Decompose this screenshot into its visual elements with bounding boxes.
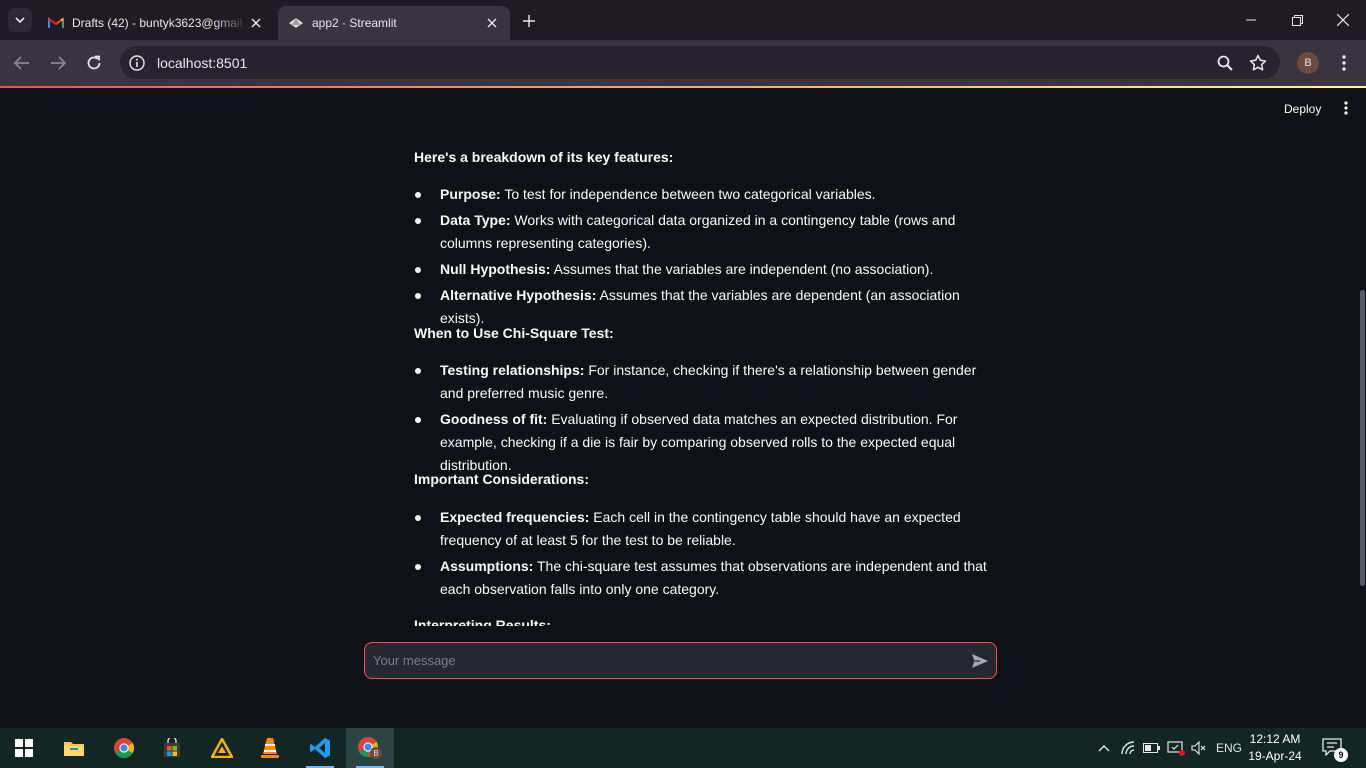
tab-title: app2 · Streamlit xyxy=(312,16,397,30)
item-term: Testing relationships: xyxy=(440,362,585,378)
chrome-icon[interactable] xyxy=(100,728,148,768)
wifi-icon[interactable] xyxy=(1120,738,1138,758)
reload-icon xyxy=(87,55,101,70)
item-term: Alternative Hypothesis: xyxy=(440,287,597,303)
tab-streamlit-app[interactable]: app2 · Streamlit xyxy=(278,6,510,40)
section-heading: When to Use Chi-Square Test: xyxy=(414,325,614,341)
windows-taskbar: B ENG 12:12 AM 19-Apr-24 9 xyxy=(0,728,1366,768)
speaker-muted-icon[interactable] xyxy=(1190,738,1208,758)
item-term: Purpose: xyxy=(440,186,501,202)
list-item: Null Hypothesis: Assumes that the variab… xyxy=(414,258,994,281)
item-term: Expected frequencies: xyxy=(440,509,590,525)
show-hidden-icons-chevron-up-icon[interactable] xyxy=(1096,738,1112,758)
restore-icon xyxy=(1291,14,1303,26)
minimize-icon xyxy=(1246,19,1256,21)
item-term: Goodness of fit: xyxy=(440,411,548,427)
chat-message-input[interactable] xyxy=(373,643,953,678)
new-tab-button[interactable] xyxy=(518,10,540,32)
drive-icon[interactable] xyxy=(198,728,246,768)
system-clock[interactable]: 12:12 AM 19-Apr-24 xyxy=(1244,731,1306,765)
file-explorer-icon[interactable] xyxy=(50,728,98,768)
more-vertical-icon xyxy=(1344,101,1348,115)
list-item: Expected frequencies: Each cell in the c… xyxy=(414,506,994,552)
section-heading: Interpreting Results: xyxy=(414,617,551,626)
list-item: Goodness of fit: Evaluating if observed … xyxy=(414,408,994,477)
chrome-profile-icon[interactable]: B xyxy=(346,728,394,768)
input-language[interactable]: ENG xyxy=(1214,738,1244,758)
browser-toolbar: localhost:8501 B xyxy=(0,40,1366,86)
deploy-button[interactable]: Deploy xyxy=(1276,99,1329,119)
browser-tab-bar: Drafts (42) - buntyk3623@gmail.com app2 … xyxy=(0,0,1366,40)
chat-message-content: Here's a breakdown of its key features: … xyxy=(414,86,1014,626)
meet-now-icon[interactable] xyxy=(1166,738,1186,758)
windows-start-icon[interactable] xyxy=(0,728,48,768)
url-text[interactable]: localhost:8501 xyxy=(157,55,247,71)
close-tab-icon[interactable] xyxy=(248,15,264,31)
item-term: Null Hypothesis: xyxy=(440,261,551,277)
streamlit-app: Deploy Here's a breakdown of its key fea… xyxy=(0,86,1366,728)
section-heading: Important Considerations: xyxy=(414,471,590,487)
send-button[interactable] xyxy=(969,651,991,671)
clock-date: 19-Apr-24 xyxy=(1248,749,1302,763)
section-heading: Here's a breakdown of its key features: xyxy=(414,149,674,165)
main-menu-button[interactable] xyxy=(1336,98,1356,118)
vscode-icon[interactable] xyxy=(296,728,344,768)
svg-text:B: B xyxy=(373,749,378,758)
battery-icon[interactable] xyxy=(1143,738,1161,758)
back-button[interactable] xyxy=(10,51,34,75)
close-window-button[interactable] xyxy=(1320,0,1366,40)
page-scrollbar[interactable] xyxy=(1360,290,1365,586)
item-term: Assumptions: xyxy=(440,558,534,574)
item-term: Data Type: xyxy=(440,212,511,228)
list-item: Testing relationships: For instance, che… xyxy=(414,359,994,405)
vlc-icon[interactable] xyxy=(246,728,294,768)
item-text: Assumes that the variables are independe… xyxy=(550,261,934,277)
arrow-right-icon xyxy=(51,56,66,70)
restore-window-button[interactable] xyxy=(1274,0,1320,40)
item-text: To test for independence between two cat… xyxy=(500,186,876,202)
list-item: Purpose: To test for independence betwee… xyxy=(414,183,994,206)
address-bar[interactable]: localhost:8501 xyxy=(120,46,1280,79)
item-text: Works with categorical data organized in… xyxy=(440,212,956,251)
tab-search-button[interactable] xyxy=(8,8,32,32)
microsoft-store-icon[interactable] xyxy=(148,728,196,768)
forward-button[interactable] xyxy=(46,51,70,75)
more-vertical-icon xyxy=(1342,55,1346,71)
bookmark-star-icon[interactable] xyxy=(1248,53,1268,73)
arrow-left-icon xyxy=(14,56,29,70)
streamlit-icon xyxy=(288,15,304,31)
send-icon xyxy=(972,654,988,668)
gmail-icon xyxy=(48,15,64,31)
zoom-icon[interactable] xyxy=(1215,53,1235,73)
close-tab-icon[interactable] xyxy=(484,15,500,31)
notification-count-badge: 9 xyxy=(1334,748,1348,762)
clock-time: 12:12 AM xyxy=(1249,732,1301,746)
browser-menu-button[interactable] xyxy=(1333,51,1355,75)
plus-icon xyxy=(523,15,535,27)
reload-button[interactable] xyxy=(82,51,106,75)
chat-input-container xyxy=(364,642,997,679)
minimize-window-button[interactable] xyxy=(1228,0,1274,40)
notification-center-button[interactable]: 9 xyxy=(1322,738,1348,762)
site-info-icon[interactable] xyxy=(128,54,146,72)
list-item: Assumptions: The chi-square test assumes… xyxy=(414,555,994,601)
list-item: Data Type: Works with categorical data o… xyxy=(414,209,994,255)
chevron-down-icon xyxy=(15,17,25,23)
close-icon xyxy=(1337,14,1349,26)
profile-avatar[interactable]: B xyxy=(1297,52,1319,74)
tab-title: Drafts (42) - buntyk3623@gmail.com xyxy=(72,16,248,30)
tab-gmail-drafts[interactable]: Drafts (42) - buntyk3623@gmail.com xyxy=(38,6,274,40)
